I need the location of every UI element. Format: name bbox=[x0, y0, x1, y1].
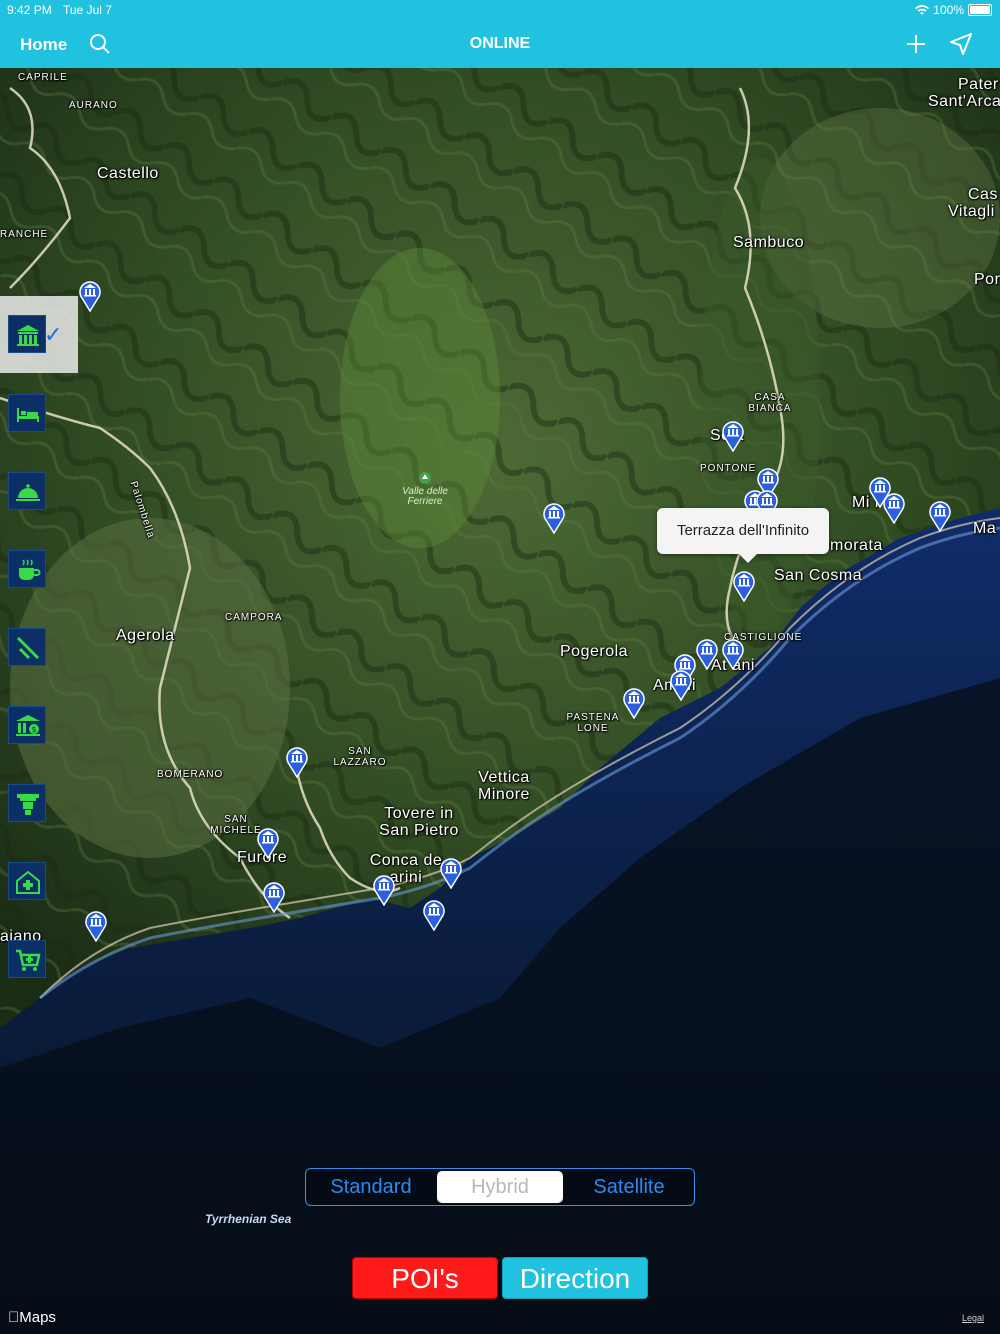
sea-label: Tyrrhenian Sea bbox=[205, 1212, 292, 1226]
category-restaurant[interactable] bbox=[8, 472, 46, 510]
map-label: Castello bbox=[97, 165, 159, 182]
category-museum[interactable] bbox=[8, 315, 46, 353]
park-icon bbox=[419, 472, 431, 484]
poi-pin-icon[interactable] bbox=[256, 825, 280, 859]
map-label: BOMERANO bbox=[157, 769, 224, 780]
coffee-icon bbox=[19, 559, 41, 580]
selected-checkmark-icon: ✓ bbox=[44, 322, 63, 347]
segment-standard[interactable]: Standard bbox=[308, 1171, 434, 1203]
map-label: Vitagli bbox=[948, 203, 995, 220]
navigation-bar: Home ONLINE bbox=[0, 20, 1000, 68]
poi-pin-icon[interactable] bbox=[372, 872, 396, 906]
poi-pin-icon[interactable] bbox=[262, 879, 286, 913]
map-label: Vettica Minore bbox=[478, 769, 530, 803]
battery-icon bbox=[968, 4, 992, 16]
page-title: ONLINE bbox=[469, 35, 531, 52]
restaurant-bell-icon bbox=[16, 484, 40, 501]
poi-pin-icon[interactable] bbox=[695, 636, 719, 670]
status-right: 100% bbox=[915, 3, 992, 17]
poi-pin-icon[interactable] bbox=[422, 897, 446, 931]
category-cafe[interactable] bbox=[8, 550, 46, 588]
poi-pin-icon[interactable] bbox=[622, 685, 646, 719]
map-label: PONTONE bbox=[700, 463, 757, 474]
apple-logo-icon:  bbox=[8, 1309, 19, 1326]
poi-pin-icon[interactable] bbox=[882, 490, 906, 524]
legal-link[interactable]: Legal bbox=[962, 1313, 984, 1323]
segment-satellite[interactable]: Satellite bbox=[566, 1171, 692, 1203]
status-bar: 9:42 PM Tue Jul 7 100% bbox=[0, 0, 1000, 20]
category-atm[interactable] bbox=[8, 784, 46, 822]
shopping-cart-icon bbox=[16, 949, 41, 971]
poi-pin-icon[interactable] bbox=[285, 744, 309, 778]
category-hospital[interactable] bbox=[8, 862, 46, 900]
plus-icon[interactable] bbox=[903, 31, 929, 57]
category-shopping[interactable] bbox=[8, 940, 46, 978]
svg-text:$: $ bbox=[31, 725, 36, 734]
category-sidebar: ✓ $ bbox=[0, 0, 80, 1334]
poi-pin-icon[interactable] bbox=[78, 278, 102, 312]
poi-pin-icon[interactable] bbox=[542, 500, 566, 534]
map-label: San Cosma bbox=[774, 567, 863, 584]
location-arrow-icon[interactable] bbox=[948, 31, 974, 57]
park-name: Valle delle Ferriere bbox=[402, 486, 448, 507]
map-label: Pogerola bbox=[560, 643, 629, 660]
map-label: SAN LAZZARO bbox=[333, 746, 387, 768]
poi-callout[interactable]: Terrazza dell'Infinito bbox=[657, 508, 829, 563]
map-label: Pater bbox=[958, 76, 999, 93]
map-label: Cas bbox=[968, 186, 998, 203]
map-label: Sambuco bbox=[733, 234, 805, 251]
map-label: Ma bbox=[973, 520, 997, 537]
museum-icon bbox=[17, 325, 39, 346]
atm-icon bbox=[17, 794, 39, 815]
bed-icon bbox=[17, 408, 39, 422]
poi-pin-icon[interactable] bbox=[721, 418, 745, 452]
battery-percent: 100% bbox=[933, 3, 964, 17]
category-dining[interactable] bbox=[8, 628, 46, 666]
wifi-icon bbox=[915, 4, 930, 15]
hospital-icon bbox=[16, 870, 40, 894]
map-label: Sant'Arca bbox=[928, 93, 1000, 110]
poi-pin-icon[interactable] bbox=[732, 568, 756, 602]
map-view[interactable]: Valle delle Ferriere Tyrrhenian Sea bbox=[0, 68, 1000, 1334]
pois-button[interactable]: POI's bbox=[352, 1257, 498, 1299]
map-label: CASA BIANCA bbox=[748, 392, 792, 414]
map-label: Tovere in San Pietro bbox=[379, 805, 459, 839]
apple-maps-logo: Maps bbox=[8, 1309, 56, 1326]
map-label: morata bbox=[830, 537, 883, 554]
poi-pin-icon[interactable] bbox=[84, 908, 108, 942]
map-label: CAMPORA bbox=[225, 612, 283, 623]
category-lodging[interactable] bbox=[8, 394, 46, 432]
map-type-segmented-control: Standard Hybrid Satellite bbox=[305, 1168, 695, 1206]
map-label: Por bbox=[974, 271, 1000, 288]
satellite-map-image bbox=[0, 68, 1000, 1334]
category-bank[interactable]: $ bbox=[8, 706, 46, 744]
park-label: Valle delle Ferriere bbox=[395, 471, 455, 507]
map-label: PASTENA LONE bbox=[566, 712, 620, 734]
segment-hybrid[interactable]: Hybrid bbox=[437, 1171, 563, 1203]
map-label: Agerola bbox=[116, 627, 175, 644]
poi-pin-icon[interactable] bbox=[721, 636, 745, 670]
direction-button[interactable]: Direction bbox=[502, 1257, 648, 1299]
fork-knife-icon bbox=[16, 636, 40, 660]
bank-icon: $ bbox=[16, 715, 40, 736]
poi-pin-icon[interactable] bbox=[928, 498, 952, 532]
poi-pin-icon[interactable] bbox=[669, 667, 693, 701]
poi-pin-icon[interactable] bbox=[439, 855, 463, 889]
maps-logo-text: Maps bbox=[8, 1309, 56, 1326]
